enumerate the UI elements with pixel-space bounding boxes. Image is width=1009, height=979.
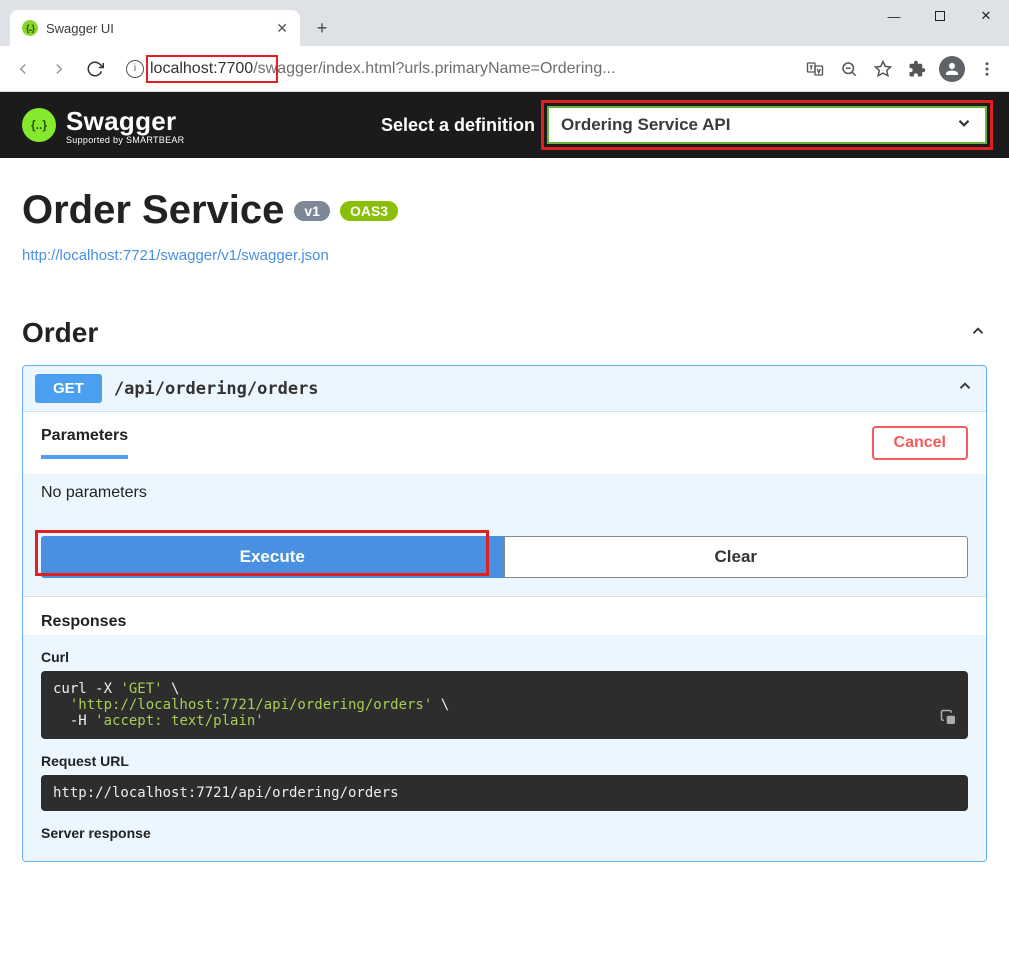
request-url-label: Request URL (41, 753, 968, 769)
swagger-logo-subtitle: Supported by SMARTBEAR (66, 135, 185, 145)
new-tab-button[interactable]: + (308, 14, 336, 42)
page-scroll[interactable]: {..} Swagger Supported by SMARTBEAR Sele… (0, 92, 1009, 979)
tag-header[interactable]: Order (22, 313, 987, 353)
tab-close-icon[interactable]: ✕ (276, 20, 288, 37)
profile-avatar[interactable] (939, 56, 965, 82)
server-response-label: Server response (41, 825, 968, 841)
close-window-button[interactable]: ✕ (963, 0, 1009, 32)
no-parameters-text: No parameters (23, 474, 986, 524)
curl-label: Curl (41, 649, 968, 665)
cancel-button[interactable]: Cancel (872, 426, 968, 460)
operation-body: Parameters Cancel No parameters Execute … (23, 411, 986, 861)
minimize-button[interactable]: — (871, 0, 917, 32)
reload-button[interactable] (82, 56, 108, 82)
zoom-icon[interactable] (837, 57, 861, 81)
browser-titlebar: {..} Swagger UI ✕ + — ✕ (0, 0, 1009, 46)
chevron-down-icon (955, 114, 973, 137)
swagger-json-link[interactable]: http://localhost:7721/swagger/v1/swagger… (22, 247, 329, 264)
swagger-topbar: {..} Swagger Supported by SMARTBEAR Sele… (0, 92, 1009, 158)
forward-button[interactable] (46, 56, 72, 82)
api-title: Order Service (22, 188, 284, 233)
extensions-icon[interactable] (905, 57, 929, 81)
swagger-logo: {..} Swagger Supported by SMARTBEAR (22, 106, 185, 145)
translate-icon[interactable] (803, 57, 827, 81)
back-button[interactable] (10, 56, 36, 82)
definition-selector-group: Select a definition Ordering Service API (381, 106, 987, 144)
browser-toolbar: i localhost:7700/swagger/index.html?urls… (0, 46, 1009, 92)
clear-button[interactable]: Clear (504, 536, 969, 578)
tab-title: Swagger UI (46, 21, 276, 36)
oas-badge: OAS3 (340, 201, 398, 221)
browser-menu-icon[interactable] (975, 57, 999, 81)
execute-button[interactable]: Execute (41, 536, 504, 578)
window-controls: — ✕ (871, 0, 1009, 32)
site-info-icon[interactable]: i (126, 60, 144, 78)
copy-icon[interactable] (940, 709, 958, 731)
operation-header[interactable]: GET /api/ordering/orders (23, 366, 986, 411)
operation-block: GET /api/ordering/orders Parameters Canc… (22, 365, 987, 862)
operation-path: /api/ordering/orders (114, 379, 319, 399)
browser-tab[interactable]: {..} Swagger UI ✕ (10, 10, 300, 46)
maximize-button[interactable] (917, 0, 963, 32)
curl-code-block[interactable]: curl -X 'GET' \ 'http://localhost:7721/a… (41, 671, 968, 739)
url-text: localhost:7700/swagger/index.html?urls.p… (150, 60, 616, 78)
responses-label: Responses (41, 613, 968, 631)
address-bar[interactable]: i localhost:7700/swagger/index.html?urls… (118, 54, 793, 84)
chevron-up-icon (956, 377, 974, 400)
tag-name: Order (22, 317, 98, 349)
http-method-badge: GET (35, 374, 102, 403)
bookmark-star-icon[interactable] (871, 57, 895, 81)
swagger-content: Order Service v1 OAS3 http://localhost:7… (0, 158, 1009, 882)
request-url-block[interactable]: http://localhost:7721/api/ordering/order… (41, 775, 968, 811)
tab-favicon: {..} (22, 20, 38, 36)
version-badge: v1 (294, 201, 330, 221)
definition-select[interactable]: Ordering Service API (547, 106, 987, 144)
swagger-logo-text: Swagger (66, 106, 185, 137)
chevron-up-icon (969, 322, 987, 345)
swagger-logo-icon: {..} (22, 108, 56, 142)
definition-selected-value: Ordering Service API (561, 115, 730, 135)
definition-label: Select a definition (381, 115, 535, 136)
parameters-label: Parameters (41, 427, 128, 459)
